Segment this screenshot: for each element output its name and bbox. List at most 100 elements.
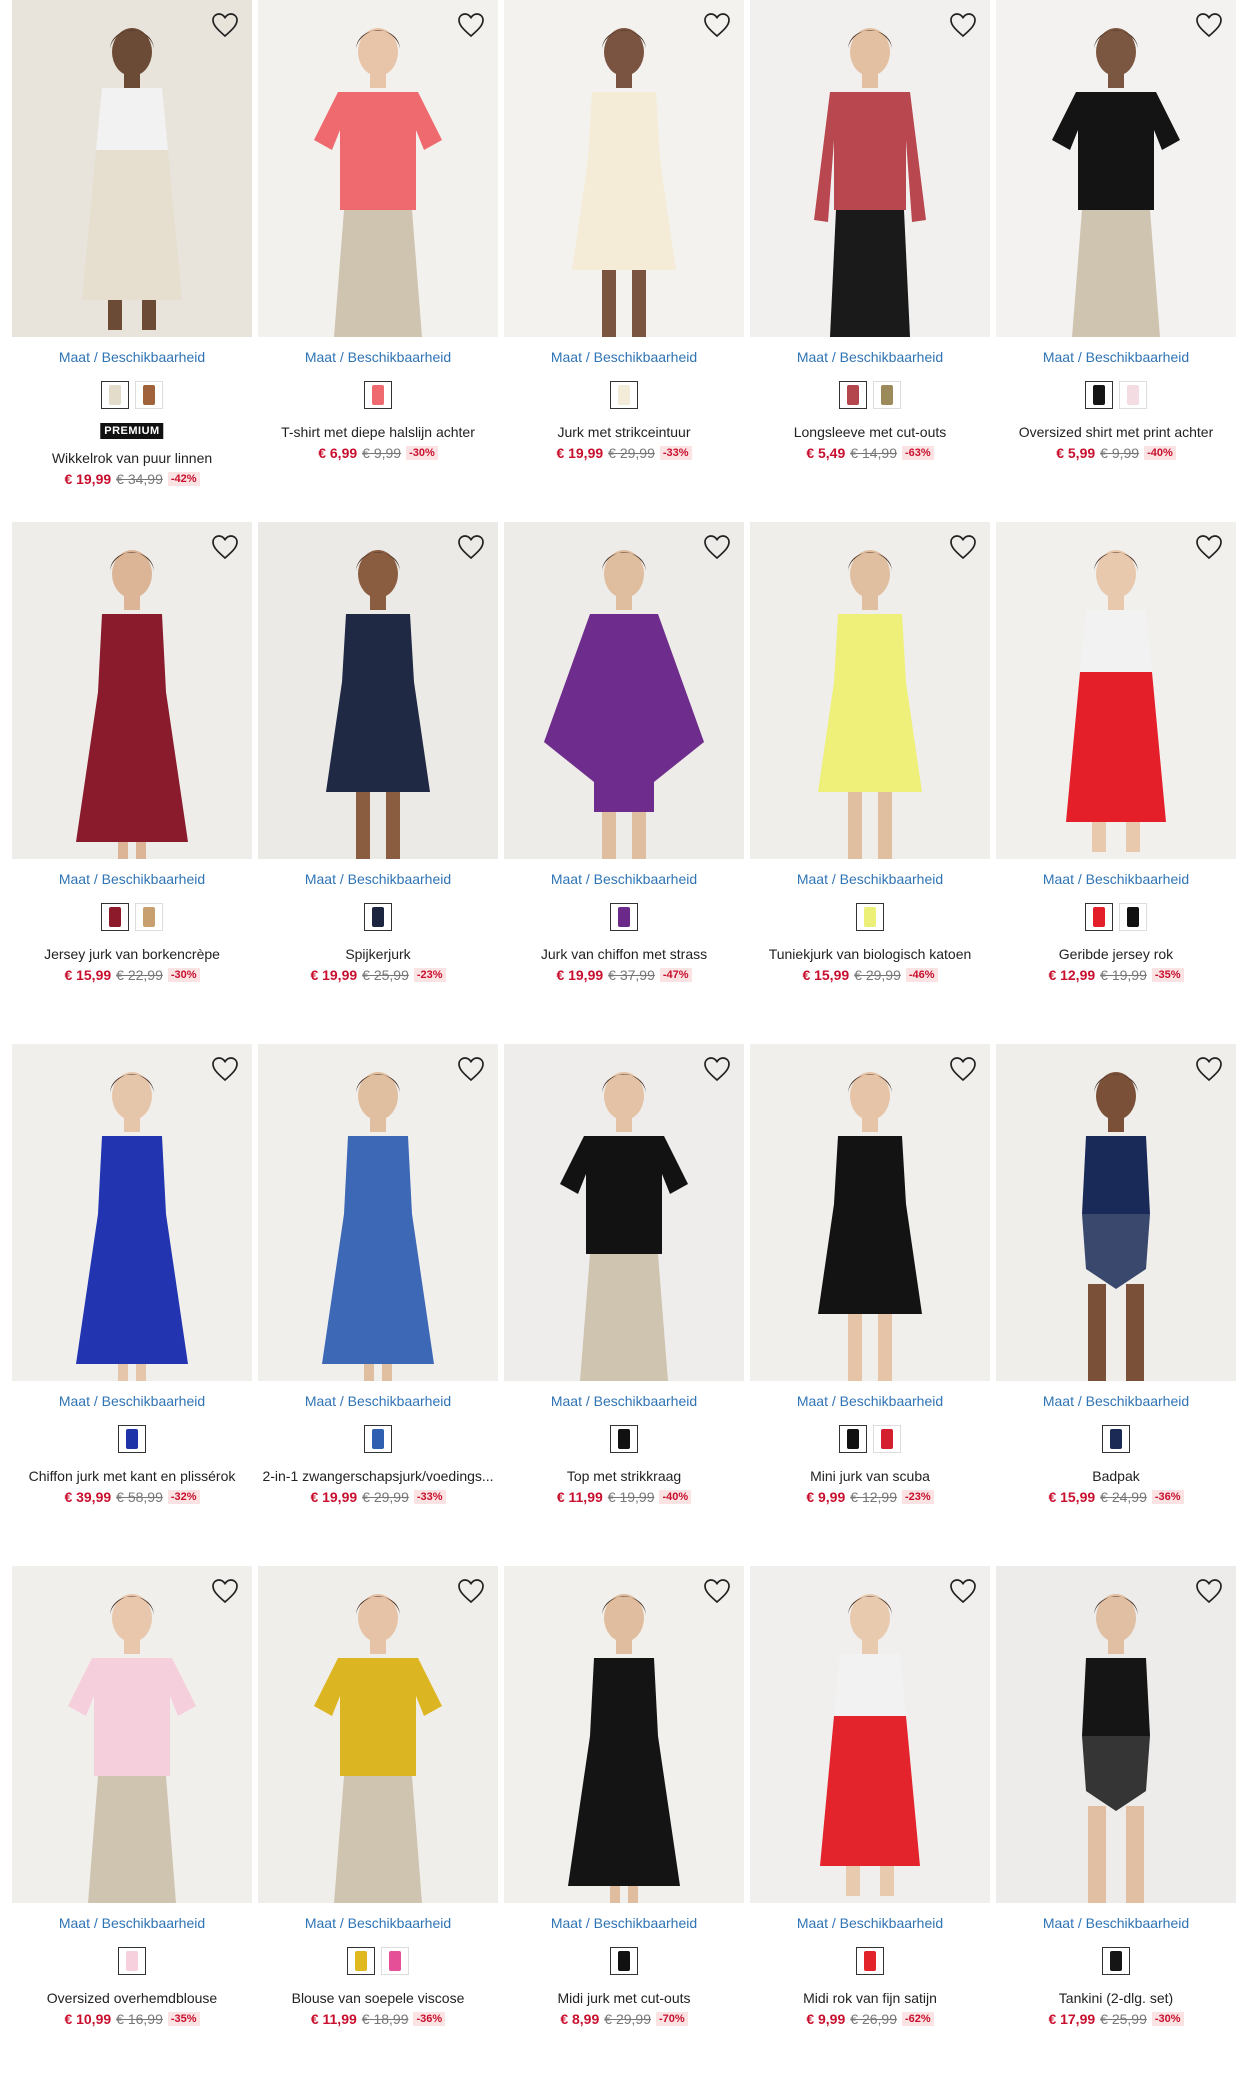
product-card[interactable]: Maat / Beschikbaarheid Midi jurk met cut-… — [504, 1566, 744, 2088]
product-title[interactable]: Oversized shirt met print achter — [996, 424, 1236, 440]
product-card[interactable]: Maat / Beschikbaarheid Jurk van chiffon m… — [504, 522, 744, 1044]
product-title[interactable]: Spijkerjurk — [258, 946, 498, 962]
size-availability-link[interactable]: Maat / Beschikbaarheid — [12, 1393, 252, 1409]
color-swatch[interactable] — [347, 1947, 375, 1975]
wishlist-heart-icon[interactable] — [700, 1576, 734, 1606]
color-swatch[interactable] — [118, 1947, 146, 1975]
color-swatch[interactable] — [1102, 1947, 1130, 1975]
color-swatch[interactable] — [364, 903, 392, 931]
color-swatch[interactable] — [1102, 1425, 1130, 1453]
product-image[interactable] — [996, 1566, 1236, 1903]
color-swatch[interactable] — [1119, 381, 1147, 409]
color-swatch[interactable] — [1085, 903, 1113, 931]
product-title[interactable]: Top met strikkraag — [504, 1468, 744, 1484]
product-card[interactable]: Maat / Beschikbaarheid Jersey jurk van bo… — [12, 522, 252, 1044]
product-card[interactable]: Maat / Beschikbaarheid Blouse van soepele… — [258, 1566, 498, 2088]
wishlist-heart-icon[interactable] — [946, 1054, 980, 1084]
color-swatch[interactable] — [1119, 903, 1147, 931]
color-swatch[interactable] — [873, 381, 901, 409]
wishlist-heart-icon[interactable] — [700, 532, 734, 562]
color-swatch[interactable] — [839, 1425, 867, 1453]
product-title[interactable]: Geribde jersey rok — [996, 946, 1236, 962]
size-availability-link[interactable]: Maat / Beschikbaarheid — [996, 871, 1236, 887]
color-swatch[interactable] — [856, 1947, 884, 1975]
product-title[interactable]: Wikkelrok van puur linnen — [12, 450, 252, 466]
product-card[interactable]: Maat / Beschikbaarheid Oversized shirt me… — [996, 0, 1236, 522]
product-title[interactable]: Midi rok van fijn satijn — [750, 1990, 990, 2006]
wishlist-heart-icon[interactable] — [946, 1576, 980, 1606]
product-title[interactable]: Jersey jurk van borkencrèpe — [12, 946, 252, 962]
product-image[interactable] — [504, 0, 744, 337]
wishlist-heart-icon[interactable] — [1192, 532, 1226, 562]
color-swatch[interactable] — [364, 381, 392, 409]
product-card[interactable]: Maat / Beschikbaarheid Tuniekjurk van bio… — [750, 522, 990, 1044]
wishlist-heart-icon[interactable] — [454, 1576, 488, 1606]
product-title[interactable]: Midi jurk met cut-outs — [504, 1990, 744, 2006]
product-title[interactable]: Oversized overhemdblouse — [12, 1990, 252, 2006]
product-card[interactable]: Maat / Beschikbaarheid Top met strikkraag… — [504, 1044, 744, 1566]
size-availability-link[interactable]: Maat / Beschikbaarheid — [750, 1915, 990, 1931]
wishlist-heart-icon[interactable] — [208, 532, 242, 562]
color-swatch[interactable] — [381, 1947, 409, 1975]
size-availability-link[interactable]: Maat / Beschikbaarheid — [258, 349, 498, 365]
product-image[interactable] — [258, 1044, 498, 1381]
product-image[interactable] — [12, 1566, 252, 1903]
product-title[interactable]: Jurk van chiffon met strass — [504, 946, 744, 962]
wishlist-heart-icon[interactable] — [946, 10, 980, 40]
size-availability-link[interactable]: Maat / Beschikbaarheid — [12, 871, 252, 887]
color-swatch[interactable] — [1085, 381, 1113, 409]
product-image[interactable] — [12, 1044, 252, 1381]
product-card[interactable]: Maat / Beschikbaarheid Chiffon jurk met k… — [12, 1044, 252, 1566]
color-swatch[interactable] — [118, 1425, 146, 1453]
color-swatch[interactable] — [610, 1425, 638, 1453]
product-card[interactable]: Maat / Beschikbaarheid Mini jurk van scub… — [750, 1044, 990, 1566]
product-card[interactable]: Maat / Beschikbaarheid Oversized overhemd… — [12, 1566, 252, 2088]
product-image[interactable] — [258, 1566, 498, 1903]
wishlist-heart-icon[interactable] — [208, 1576, 242, 1606]
product-image[interactable] — [12, 0, 252, 337]
wishlist-heart-icon[interactable] — [454, 532, 488, 562]
color-swatch[interactable] — [101, 381, 129, 409]
product-card[interactable]: Maat / Beschikbaarheid Spijkerjurk € 19,99… — [258, 522, 498, 1044]
wishlist-heart-icon[interactable] — [700, 10, 734, 40]
size-availability-link[interactable]: Maat / Beschikbaarheid — [258, 1393, 498, 1409]
color-swatch[interactable] — [135, 381, 163, 409]
product-card[interactable]: Maat / Beschikbaarheid Geribde jersey rok… — [996, 522, 1236, 1044]
color-swatch[interactable] — [610, 903, 638, 931]
product-image[interactable] — [504, 1566, 744, 1903]
product-title[interactable]: Chiffon jurk met kant en plissérok — [12, 1468, 252, 1484]
product-title[interactable]: T-shirt met diepe halslijn achter — [258, 424, 498, 440]
size-availability-link[interactable]: Maat / Beschikbaarheid — [258, 871, 498, 887]
size-availability-link[interactable]: Maat / Beschikbaarheid — [12, 349, 252, 365]
size-availability-link[interactable]: Maat / Beschikbaarheid — [750, 871, 990, 887]
wishlist-heart-icon[interactable] — [700, 1054, 734, 1084]
product-title[interactable]: Longsleeve met cut-outs — [750, 424, 990, 440]
wishlist-heart-icon[interactable] — [946, 532, 980, 562]
size-availability-link[interactable]: Maat / Beschikbaarheid — [504, 1393, 744, 1409]
wishlist-heart-icon[interactable] — [1192, 1576, 1226, 1606]
wishlist-heart-icon[interactable] — [1192, 1054, 1226, 1084]
product-image[interactable] — [258, 522, 498, 859]
product-image[interactable] — [504, 1044, 744, 1381]
product-title[interactable]: Tankini (2-dlg. set) — [996, 1990, 1236, 2006]
size-availability-link[interactable]: Maat / Beschikbaarheid — [504, 349, 744, 365]
size-availability-link[interactable]: Maat / Beschikbaarheid — [504, 871, 744, 887]
size-availability-link[interactable]: Maat / Beschikbaarheid — [750, 349, 990, 365]
product-card[interactable]: Maat / Beschikbaarheid 2-in-1 zwangerscha… — [258, 1044, 498, 1566]
product-title[interactable]: Jurk met strikceintuur — [504, 424, 744, 440]
wishlist-heart-icon[interactable] — [208, 1054, 242, 1084]
product-card[interactable]: Maat / Beschikbaarheid PREMIUM Wikkelrok v… — [12, 0, 252, 522]
product-image[interactable] — [750, 1044, 990, 1381]
size-availability-link[interactable]: Maat / Beschikbaarheid — [504, 1915, 744, 1931]
wishlist-heart-icon[interactable] — [454, 1054, 488, 1084]
product-image[interactable] — [996, 1044, 1236, 1381]
size-availability-link[interactable]: Maat / Beschikbaarheid — [996, 1915, 1236, 1931]
product-image[interactable] — [504, 522, 744, 859]
product-image[interactable] — [996, 0, 1236, 337]
product-image[interactable] — [750, 522, 990, 859]
product-title[interactable]: 2-in-1 zwangerschapsjurk/voedings... — [258, 1468, 498, 1484]
product-title[interactable]: Badpak — [996, 1468, 1236, 1484]
color-swatch[interactable] — [101, 903, 129, 931]
size-availability-link[interactable]: Maat / Beschikbaarheid — [258, 1915, 498, 1931]
product-card[interactable]: Maat / Beschikbaarheid Longsleeve met cut… — [750, 0, 990, 522]
